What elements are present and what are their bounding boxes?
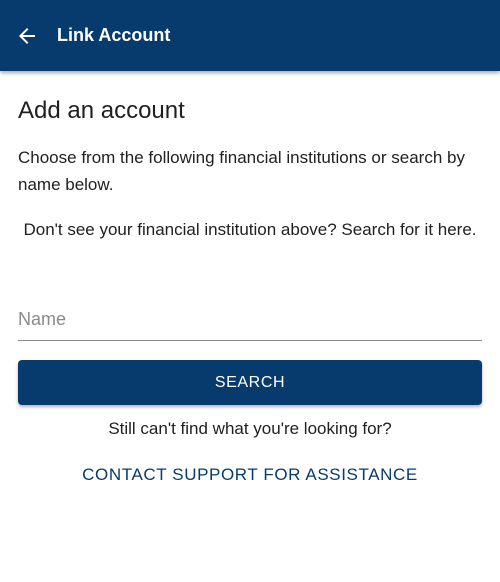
search-button[interactable]: SEARCH — [18, 360, 482, 405]
contact-support-link[interactable]: CONTACT SUPPORT FOR ASSISTANCE — [0, 463, 500, 487]
back-button[interactable] — [12, 21, 42, 51]
page-title: Link Account — [57, 25, 171, 45]
arrow-left-icon — [19, 28, 35, 44]
name-field — [18, 300, 482, 341]
intro-text: Choose from the following financial inst… — [18, 148, 465, 194]
main-content: Add an account Choose from the following… — [18, 96, 482, 243]
search-hint-text: Don't see your financial institution abo… — [23, 220, 477, 239]
help-prompt-text: Still can't find what you're looking for… — [108, 419, 392, 438]
section-heading: Add an account — [18, 97, 185, 124]
name-search-input[interactable] — [18, 300, 482, 338]
app-bar: Link Account — [0, 0, 500, 71]
